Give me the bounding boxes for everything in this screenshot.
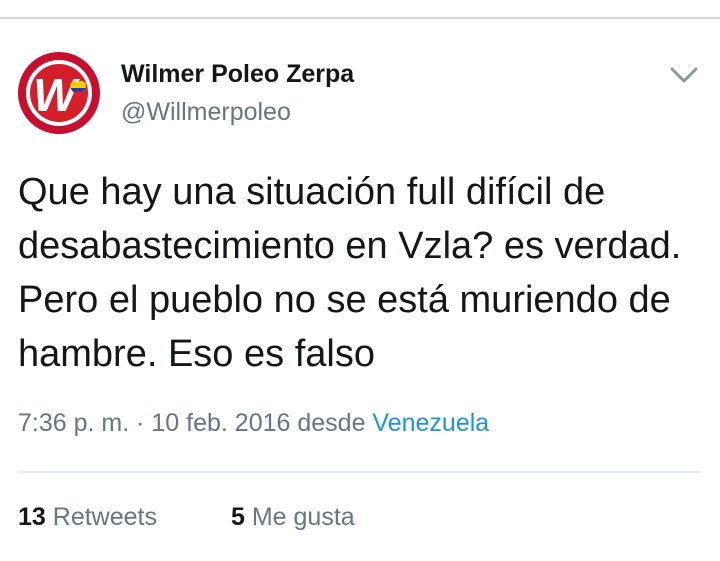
author-handle[interactable]: @Willmerpoleo [121, 98, 291, 127]
chevron-down-icon[interactable] [668, 64, 700, 86]
meta-divider [18, 471, 701, 473]
retweets-stat[interactable]: 13 Retweets [18, 503, 157, 532]
retweets-count: 13 [18, 503, 46, 531]
tweet-time: 7:36 p. m. [18, 409, 130, 437]
likes-stat[interactable]: 5 Me gusta [231, 503, 355, 532]
meta-separator: · [129, 409, 152, 437]
author-name[interactable]: Wilmer Poleo Zerpa [121, 60, 354, 89]
likes-count: 5 [231, 503, 245, 531]
avatar[interactable]: W [18, 52, 100, 134]
tweet-meta: 7:36 p. m. · 10 feb. 2016 desde Venezuel… [18, 409, 489, 438]
tweet-date: 10 feb. 2016 [151, 409, 291, 437]
avatar-letter: W [33, 69, 80, 121]
top-divider [0, 17, 720, 19]
location-link[interactable]: Venezuela [372, 409, 489, 437]
from-word: desde [290, 409, 373, 437]
tweet-text: Que hay una situación full difícil de de… [18, 171, 682, 375]
retweets-label: Retweets [45, 503, 157, 531]
likes-label: Me gusta [244, 503, 355, 531]
